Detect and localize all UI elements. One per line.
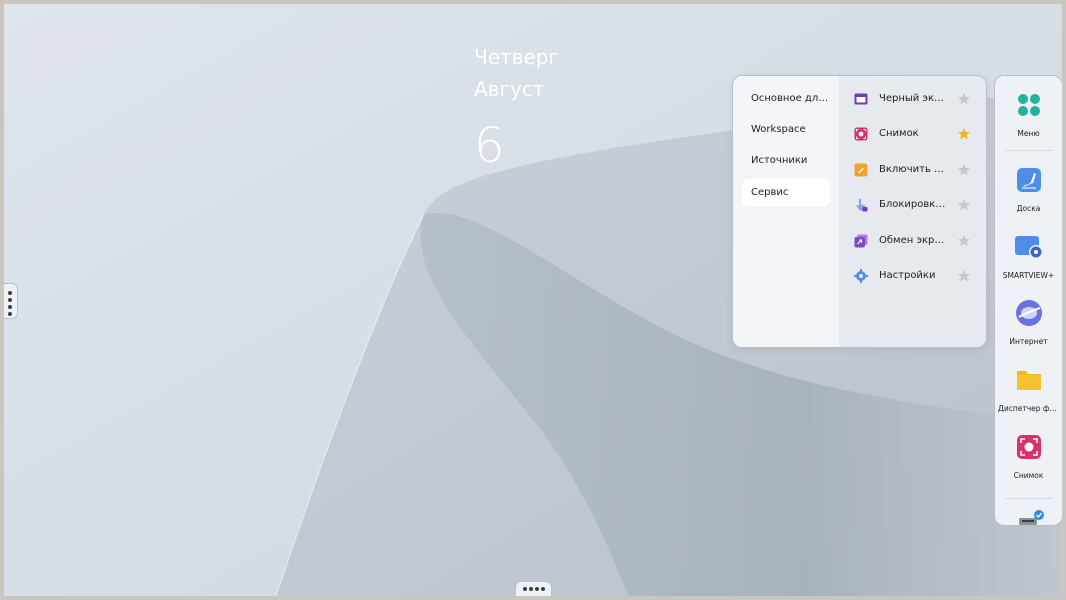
item-label: Блокировка с... — [879, 199, 947, 210]
item-label: Включить зам... — [879, 164, 947, 175]
clock-day-of-week: Четверг — [474, 45, 559, 69]
touch-lock-icon — [856, 198, 868, 212]
black-screen-icon — [854, 93, 868, 105]
category-list: Основное для ... Workspace Источники Сер… — [733, 76, 839, 347]
star-icon[interactable] — [957, 127, 971, 141]
menu-dots-icon — [1017, 94, 1040, 116]
service-item-list: Черный экран Снимок Включить зам... — [839, 76, 986, 347]
item-screen-share[interactable]: Обмен экран... — [839, 226, 986, 256]
dock-label: Меню — [1017, 129, 1040, 138]
item-capture[interactable]: Снимок — [839, 119, 986, 149]
dock-item-menu[interactable]: Меню — [995, 90, 1062, 138]
menu-panel: Основное для ... Workspace Источники Сер… — [732, 75, 987, 348]
gear-icon — [854, 269, 868, 283]
item-enable-lock[interactable]: Включить зам... — [839, 155, 986, 185]
category-sources[interactable]: Источники — [742, 147, 830, 174]
capture-icon — [854, 127, 868, 141]
dock-label: Доска — [1016, 204, 1041, 213]
category-service[interactable]: Сервис — [742, 179, 830, 206]
handle-dots-icon — [523, 587, 545, 591]
clock-day: 6 — [474, 118, 505, 174]
bottom-edge-handle[interactable] — [515, 581, 552, 596]
star-icon[interactable] — [957, 234, 971, 248]
handle-dots-icon — [8, 291, 12, 319]
category-workspace[interactable]: Workspace — [742, 116, 830, 143]
star-icon[interactable] — [957, 198, 971, 212]
desktop-wallpaper: Четверг Август 6 Основное для ... Worksp… — [4, 4, 1062, 596]
internet-icon — [1015, 300, 1042, 326]
item-settings[interactable]: Настройки — [839, 261, 986, 291]
item-label: Снимок — [879, 128, 919, 139]
item-label: Обмен экран... — [879, 235, 947, 246]
app-dock: Меню Доска SMARTVIEW+ Интернет Диспетчер… — [994, 75, 1062, 526]
star-icon[interactable] — [957, 269, 971, 283]
smartview-icon — [1014, 236, 1043, 259]
folder-icon — [1016, 371, 1041, 390]
clock-widget: Четверг Август 6 — [474, 42, 559, 176]
whiteboard-icon — [1016, 168, 1041, 192]
dock-item-capture[interactable]: Снимок — [995, 432, 1062, 480]
star-icon[interactable] — [957, 92, 971, 106]
item-label: Черный экран — [879, 93, 947, 104]
lock-note-icon — [854, 163, 868, 177]
connected-device-icon[interactable] — [1017, 508, 1045, 525]
clock-month: Август — [474, 77, 545, 101]
screen-share-icon — [854, 234, 868, 248]
dock-label: SMARTVIEW+ — [1002, 271, 1055, 280]
dock-item-whiteboard[interactable]: Доска — [995, 165, 1062, 213]
dock-item-smartview[interactable]: SMARTVIEW+ — [995, 232, 1062, 280]
dock-label: Диспетчер фай... — [998, 404, 1062, 413]
capture-icon — [1016, 435, 1041, 459]
left-edge-handle[interactable] — [4, 283, 18, 319]
category-main[interactable]: Основное для ... — [742, 85, 830, 112]
dock-separator — [1005, 498, 1052, 499]
item-touch-lock[interactable]: Блокировка с... — [839, 190, 986, 220]
item-black-screen[interactable]: Черный экран — [839, 84, 986, 114]
dock-label: Снимок — [1013, 471, 1044, 480]
dock-label: Интернет — [1009, 337, 1048, 346]
dock-separator — [1005, 150, 1052, 151]
dock-item-internet[interactable]: Интернет — [995, 298, 1062, 346]
item-label: Настройки — [879, 270, 936, 281]
dock-item-file-manager[interactable]: Диспетчер фай... — [995, 365, 1062, 413]
star-icon[interactable] — [957, 163, 971, 177]
